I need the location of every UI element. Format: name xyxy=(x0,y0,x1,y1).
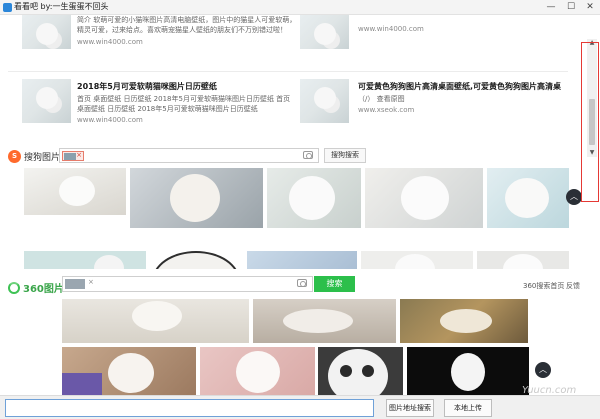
image-tile[interactable] xyxy=(253,299,396,343)
image-tile[interactable] xyxy=(62,299,249,343)
window-titlebar: 看看吧 by:一生蛋蛋不回头 — ☐ ✕ xyxy=(0,0,600,15)
cat-shape xyxy=(59,176,95,206)
result-card[interactable]: 简介 软萌可爱的小猫咪图片高清电脑壁纸，图片中的猫星人可爱软萌， 精灵可爱，过来… xyxy=(22,15,296,55)
window-title: 看看吧 by:一生蛋蛋不回头 xyxy=(14,2,109,11)
s360-home-link[interactable]: 360搜索首页 xyxy=(523,281,564,291)
s360-logo-text: 360图片 xyxy=(23,284,64,295)
result-title[interactable]: 可爱黄色狗狗图片高清桌面壁纸,可爱黄色狗狗图片高清桌 xyxy=(358,81,561,92)
cat-shape xyxy=(236,351,280,393)
result-thumbnail[interactable] xyxy=(22,15,71,49)
sogou-search-button[interactable]: 搜狗搜索 xyxy=(324,148,366,163)
purple-blanket xyxy=(62,373,102,395)
cat-shape xyxy=(170,174,220,222)
back-to-top-button[interactable]: ︿ xyxy=(535,362,551,378)
result-desc-line: 桌面壁纸 日历壁纸 2018年5月可爱软萌猫咪图片日历壁纸 xyxy=(77,105,258,113)
s360-search-button[interactable]: 搜索 xyxy=(314,276,355,292)
s360-image-chip[interactable] xyxy=(65,279,85,289)
s360-feedback-link[interactable]: 反馈 xyxy=(566,281,580,291)
chip-close-icon[interactable]: × xyxy=(88,278,94,286)
cat-shape xyxy=(451,353,485,391)
cat-shape xyxy=(328,349,388,395)
address-search-button[interactable]: 图片地址搜索 xyxy=(386,399,434,417)
result-source[interactable]: www.win4000.com xyxy=(77,38,143,46)
divider xyxy=(8,71,568,72)
cat-shape xyxy=(289,176,335,220)
sogou-logo-text: 搜狗图片 xyxy=(24,153,61,163)
image-tile[interactable] xyxy=(400,299,528,343)
bottom-bar: 图片地址搜索 本地上传 xyxy=(0,395,600,419)
close-button[interactable]: ✕ xyxy=(580,0,600,15)
highlight-box xyxy=(581,42,599,202)
result-card[interactable]: 可爱黄色狗狗图片高清桌面壁纸,可爱黄色狗狗图片高清桌 （/） 查看原图 www.… xyxy=(300,79,570,129)
cat-shape xyxy=(283,309,353,333)
chip-thumbnail xyxy=(64,153,76,160)
result-desc-line[interactable]: （/） 查看原图 xyxy=(358,94,405,105)
maximize-button[interactable]: ☐ xyxy=(561,0,581,15)
sogou-logo-icon: S xyxy=(8,150,21,163)
sogou-image-chip[interactable]: × xyxy=(62,151,84,161)
result-card[interactable]: www.win4000.com xyxy=(300,15,560,55)
result-source[interactable]: www.xseok.com xyxy=(358,106,414,114)
result-thumbnail[interactable] xyxy=(300,79,349,123)
image-tile[interactable] xyxy=(487,168,569,228)
app-icon xyxy=(3,3,12,12)
cat-shape xyxy=(505,178,549,218)
s360-ring-icon xyxy=(8,281,20,294)
image-url-input[interactable] xyxy=(5,399,374,417)
cat-eye xyxy=(340,365,352,377)
result-title[interactable]: 2018年5月可爱软萌猫咪图片日历壁纸 xyxy=(77,81,217,92)
camera-icon[interactable] xyxy=(303,151,313,159)
cat-shape xyxy=(401,176,449,220)
result-desc-line: 精灵可爱，过来给点。喜欢萌宠猫星人壁纸的朋友们不万别错过啦！ xyxy=(77,26,287,34)
result-source[interactable]: www.win4000.com xyxy=(77,116,143,124)
result-source[interactable]: www.win4000.com xyxy=(358,25,424,33)
cat-shape xyxy=(440,309,492,333)
result-card[interactable]: 2018年5月可爱软萌猫咪图片日历壁纸 首页 桌面壁纸 日历壁纸 2018年5月… xyxy=(22,79,292,129)
minimize-button[interactable]: — xyxy=(541,0,561,15)
main-content: 简介 软萌可爱的小猫咪图片高清电脑壁纸，图片中的猫星人可爱软萌， 精灵可爱，过来… xyxy=(0,15,600,395)
s360-logo[interactable]: 360图片 xyxy=(8,280,64,295)
sogou-section: S 搜狗图片 × 搜狗搜索 ︿ xyxy=(0,143,582,273)
s360-section: 360图片 × 搜索 360搜索首页 反馈 ︿ xyxy=(0,269,582,395)
back-to-top-button[interactable]: ︿ xyxy=(566,189,582,205)
result-thumbnail[interactable] xyxy=(300,15,349,49)
camera-icon[interactable] xyxy=(297,279,307,287)
image-tile[interactable] xyxy=(62,347,196,395)
image-tile[interactable] xyxy=(200,347,315,395)
cat-eye xyxy=(362,365,374,377)
image-tile[interactable] xyxy=(407,347,529,395)
image-tile[interactable] xyxy=(267,168,361,228)
local-upload-button[interactable]: 本地上传 xyxy=(444,399,492,417)
sogou-search-input[interactable]: × xyxy=(59,148,319,163)
image-tile[interactable] xyxy=(130,168,263,228)
sogou-logo[interactable]: S 搜狗图片 xyxy=(8,150,60,163)
s360-search-input[interactable]: × xyxy=(62,276,313,292)
chip-close-icon[interactable]: × xyxy=(76,151,82,159)
image-tile[interactable] xyxy=(365,168,483,228)
image-tile[interactable] xyxy=(24,168,126,215)
results-panel: 简介 软萌可爱的小猫咪图片高清电脑壁纸，图片中的猫星人可爱软萌， 精灵可爱，过来… xyxy=(0,15,580,137)
cat-shape xyxy=(108,353,154,393)
cat-shape xyxy=(132,301,182,331)
image-tile[interactable] xyxy=(318,347,403,395)
result-thumbnail[interactable] xyxy=(22,79,71,123)
